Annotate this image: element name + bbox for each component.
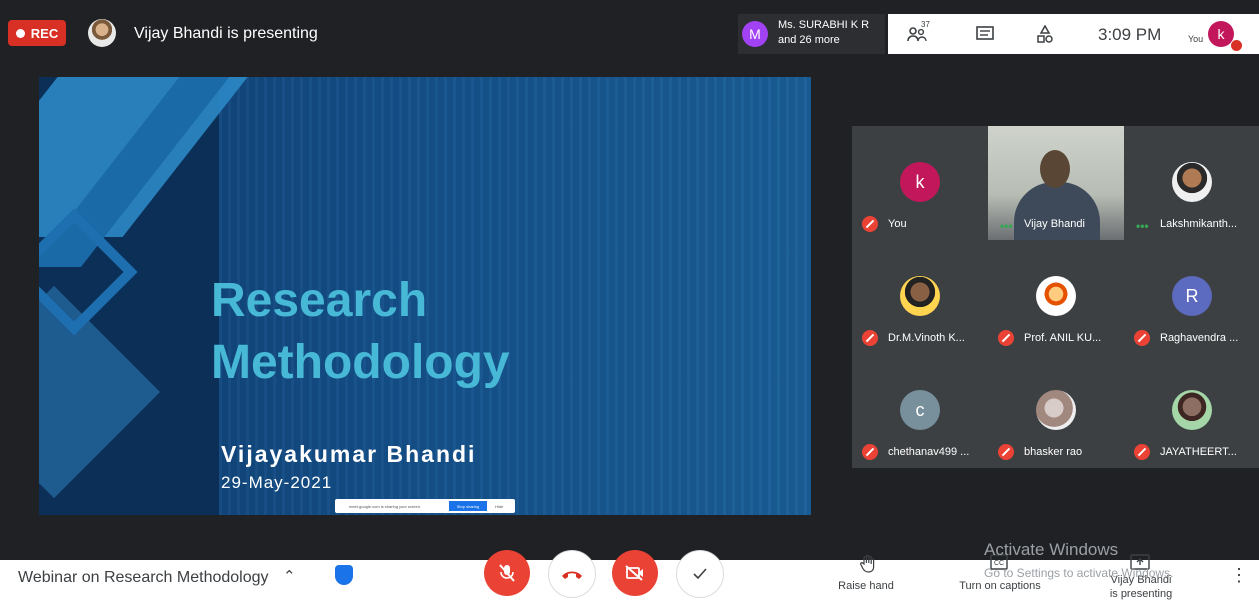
raise-hand-icon[interactable] [860, 554, 876, 579]
you-label: You [1188, 34, 1204, 44]
participant-name: Vijay Bhandi [1024, 218, 1085, 230]
recording-badge: REC [8, 20, 66, 46]
slide-author: Vijayakumar Bhandi [221, 441, 477, 467]
microphone-toggle-button[interactable] [484, 550, 530, 596]
check-icon [693, 568, 707, 580]
participant-name: chethanav499 ... [888, 446, 970, 458]
muted-icon [1231, 40, 1242, 51]
participant-tile[interactable]: Dr.M.Vinoth K... [852, 240, 988, 354]
slide-date: 29-May-2021 [221, 473, 333, 492]
avatar: R [1172, 276, 1212, 316]
bottom-bar: Webinar on Research Methodology ⌃ Raise … [0, 540, 1259, 613]
mic-off-icon [1134, 330, 1150, 346]
participant-name: You [888, 218, 907, 230]
avatar [1036, 276, 1076, 316]
speaker-name: Ms. SURABHI K R [778, 19, 870, 31]
mic-off-icon [499, 564, 515, 582]
recording-label: REC [30, 25, 59, 41]
avatar [1172, 162, 1212, 202]
speaker-more: and 26 more [778, 34, 840, 46]
participant-tile[interactable]: ••• Vijay Bhandi [988, 126, 1124, 242]
avatar: c [900, 390, 940, 430]
activities-icon[interactable] [1034, 23, 1056, 45]
participant-tile[interactable]: R Raghavendra ... [1124, 240, 1259, 354]
avatar: k [900, 162, 940, 202]
record-dot-icon [15, 28, 25, 38]
presenting-status: Vijay Bhandi is presenting [134, 25, 318, 42]
check-button[interactable] [676, 550, 724, 598]
speaking-icon: ••• [1136, 219, 1149, 233]
more-options-icon[interactable]: ⋮ [1230, 565, 1248, 586]
participant-tile[interactable]: Prof. ANIL KU... [988, 240, 1124, 354]
speaking-icon: ••• [1000, 219, 1013, 233]
participant-name: JAYATHEERT... [1160, 446, 1237, 458]
windows-activation-subtitle: Go to Settings to activate Windows. [984, 566, 1174, 580]
mic-off-icon [998, 330, 1014, 346]
slide-title: Methodology [211, 336, 510, 389]
active-speakers[interactable]: M Ms. SURABHI K R and 26 more [738, 14, 885, 54]
participant-name: Raghavendra ... [1160, 332, 1239, 344]
avatar [900, 276, 940, 316]
meeting-stage: REC Vijay Bhandi is presenting M Ms. SUR… [0, 0, 1259, 560]
hide-button[interactable]: Hide [495, 504, 503, 509]
avatar [1036, 390, 1076, 430]
chevron-up-icon[interactable]: ⌃ [283, 567, 296, 585]
participant-grid: k You ••• Vijay Bhandi ••• Lakshmikanth.… [852, 126, 1259, 468]
presentation-slide: Research Methodology Vijayakumar Bhandi … [39, 77, 811, 515]
participant-tile[interactable]: c chethanav499 ... [852, 354, 988, 468]
mic-off-icon [862, 444, 878, 460]
meeting-title[interactable]: Webinar on Research Methodology [18, 569, 269, 587]
windows-activation-title: Activate Windows [984, 540, 1119, 559]
participant-tile[interactable]: k You [852, 126, 988, 240]
participant-tile[interactable]: bhasker rao [988, 354, 1124, 468]
participant-name: Lakshmikanth... [1160, 218, 1238, 230]
captions-button[interactable]: Turn on captions [950, 580, 1050, 592]
clock: 3:09 PM [1098, 25, 1162, 44]
slide-title: Research [211, 274, 428, 327]
speaker-avatar: M [742, 21, 768, 47]
leave-call-button[interactable] [548, 550, 596, 598]
raise-hand-button[interactable]: Raise hand [834, 580, 898, 592]
participant-name: Dr.M.Vinoth K... [888, 332, 965, 344]
mic-off-icon [998, 444, 1014, 460]
security-shield-icon[interactable] [335, 565, 353, 585]
participant-tile[interactable]: ••• Lakshmikanth... [1124, 126, 1259, 240]
share-notice-text: meet.google.com is sharing your screen. [349, 504, 422, 509]
screen-share-notice: meet.google.com is sharing your screen. … [335, 499, 515, 513]
end-call-icon [562, 571, 582, 579]
presenter-avatar [88, 19, 116, 47]
participant-name: Prof. ANIL KU... [1024, 332, 1102, 344]
present-line-2: is presenting [1109, 588, 1173, 600]
participant-name: bhasker rao [1024, 446, 1083, 458]
camera-off-icon [625, 565, 643, 581]
camera-toggle-button[interactable] [612, 550, 658, 596]
avatar [1172, 390, 1212, 430]
top-bar: REC Vijay Bhandi is presenting M Ms. SUR… [0, 14, 1259, 54]
self-avatar[interactable]: k [1208, 21, 1234, 47]
chat-icon[interactable] [974, 23, 996, 45]
top-right-controls: 37 3:09 PM You k [888, 14, 1259, 54]
mic-off-icon [862, 216, 878, 232]
participant-tile[interactable]: JAYATHEERT... [1124, 354, 1259, 468]
participant-count: 37 [921, 20, 930, 29]
mic-off-icon [1134, 444, 1150, 460]
mic-off-icon [862, 330, 878, 346]
stop-sharing-button[interactable]: Stop sharing [449, 501, 487, 511]
